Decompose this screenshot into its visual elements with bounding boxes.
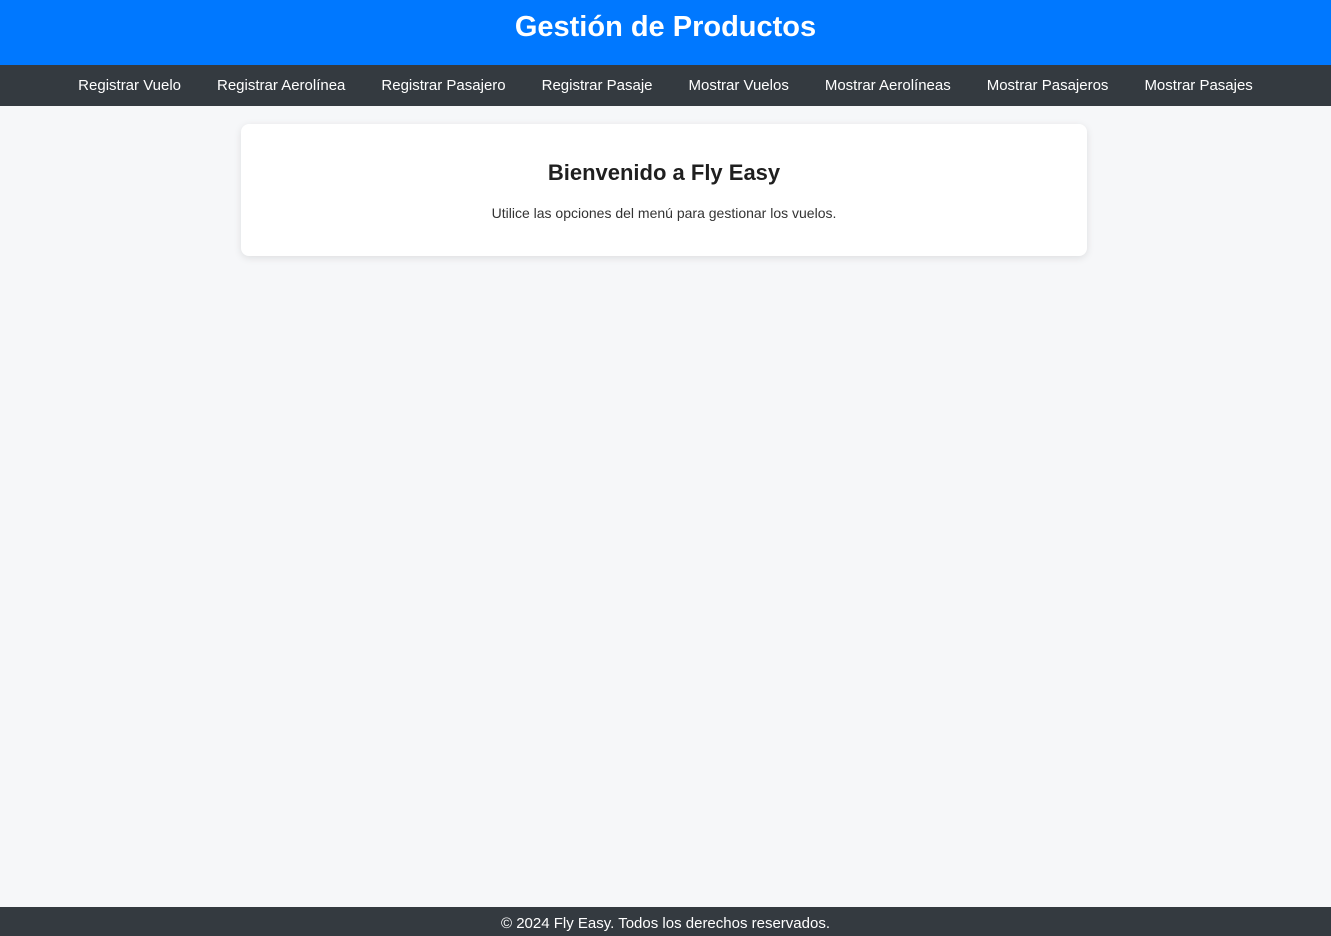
nav-link-mostrar-vuelos[interactable]: Mostrar Vuelos xyxy=(689,77,789,94)
nav-link-registrar-aerolinea[interactable]: Registrar Aerolínea xyxy=(217,77,345,94)
nav-link-mostrar-aerolineas[interactable]: Mostrar Aerolíneas xyxy=(825,77,951,94)
nav-link-registrar-pasajero[interactable]: Registrar Pasajero xyxy=(381,77,505,94)
main-nav: Registrar Vuelo Registrar Aerolínea Regi… xyxy=(0,65,1331,106)
welcome-card: Bienvenido a Fly Easy Utilice las opcion… xyxy=(241,124,1087,256)
nav-link-mostrar-pasajes[interactable]: Mostrar Pasajes xyxy=(1144,77,1252,94)
nav-link-registrar-pasaje[interactable]: Registrar Pasaje xyxy=(542,77,653,94)
page-title: Gestión de Productos xyxy=(514,11,817,43)
site-footer: © 2024 Fly Easy. Todos los derechos rese… xyxy=(0,907,1331,936)
site-header: Gestión de Productos xyxy=(0,0,1331,65)
footer-copyright: © 2024 Fly Easy. Todos los derechos rese… xyxy=(501,915,830,932)
welcome-text: Utilice las opciones del menú para gesti… xyxy=(491,205,837,221)
welcome-title: Bienvenido a Fly Easy xyxy=(547,160,781,185)
nav-link-mostrar-pasajeros[interactable]: Mostrar Pasajeros xyxy=(987,77,1109,94)
nav-link-registrar-vuelo[interactable]: Registrar Vuelo xyxy=(78,77,181,94)
